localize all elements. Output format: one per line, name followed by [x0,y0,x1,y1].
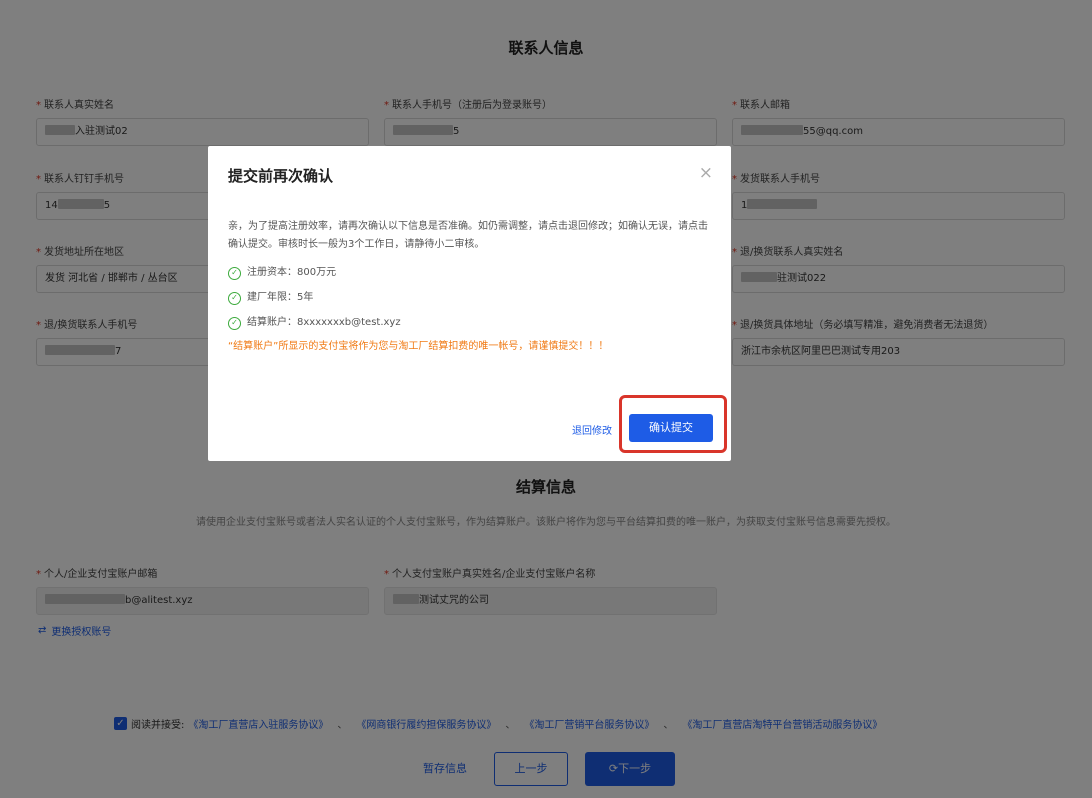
highlight-box [619,395,727,453]
confirm-item: ✓ 建厂年限：5年 [228,289,714,307]
return-edit-button[interactable]: 退回修改 [572,422,612,437]
close-icon[interactable]: × [699,163,713,183]
dialog-title: 提交前再次确认 [228,167,334,185]
check-circle-icon: ✓ [228,291,241,305]
confirm-dialog: 提交前再次确认 × 亲，为了提高注册效率，请再次确认以下信息是否准确。如仍需调整… [208,146,731,461]
confirm-item: ✓ 结算账户：8xxxxxxxb@test.xyz [228,314,714,332]
confirm-item: ✓ 注册资本：800万元 [228,264,714,282]
dialog-intro: 亲，为了提高注册效率，请再次确认以下信息是否准确。如仍需调整，请点击退回修改；如… [228,221,708,250]
check-circle-icon: ✓ [228,316,241,330]
dialog-warning: “结算账户”所显示的支付宝将作为您与淘工厂结算扣费的唯一帐号，请谨慎提交！！！ [228,341,609,352]
dialog-body: 亲，为了提高注册效率，请再次确认以下信息是否准确。如仍需调整，请点击退回修改；如… [228,218,714,356]
check-circle-icon: ✓ [228,266,241,280]
